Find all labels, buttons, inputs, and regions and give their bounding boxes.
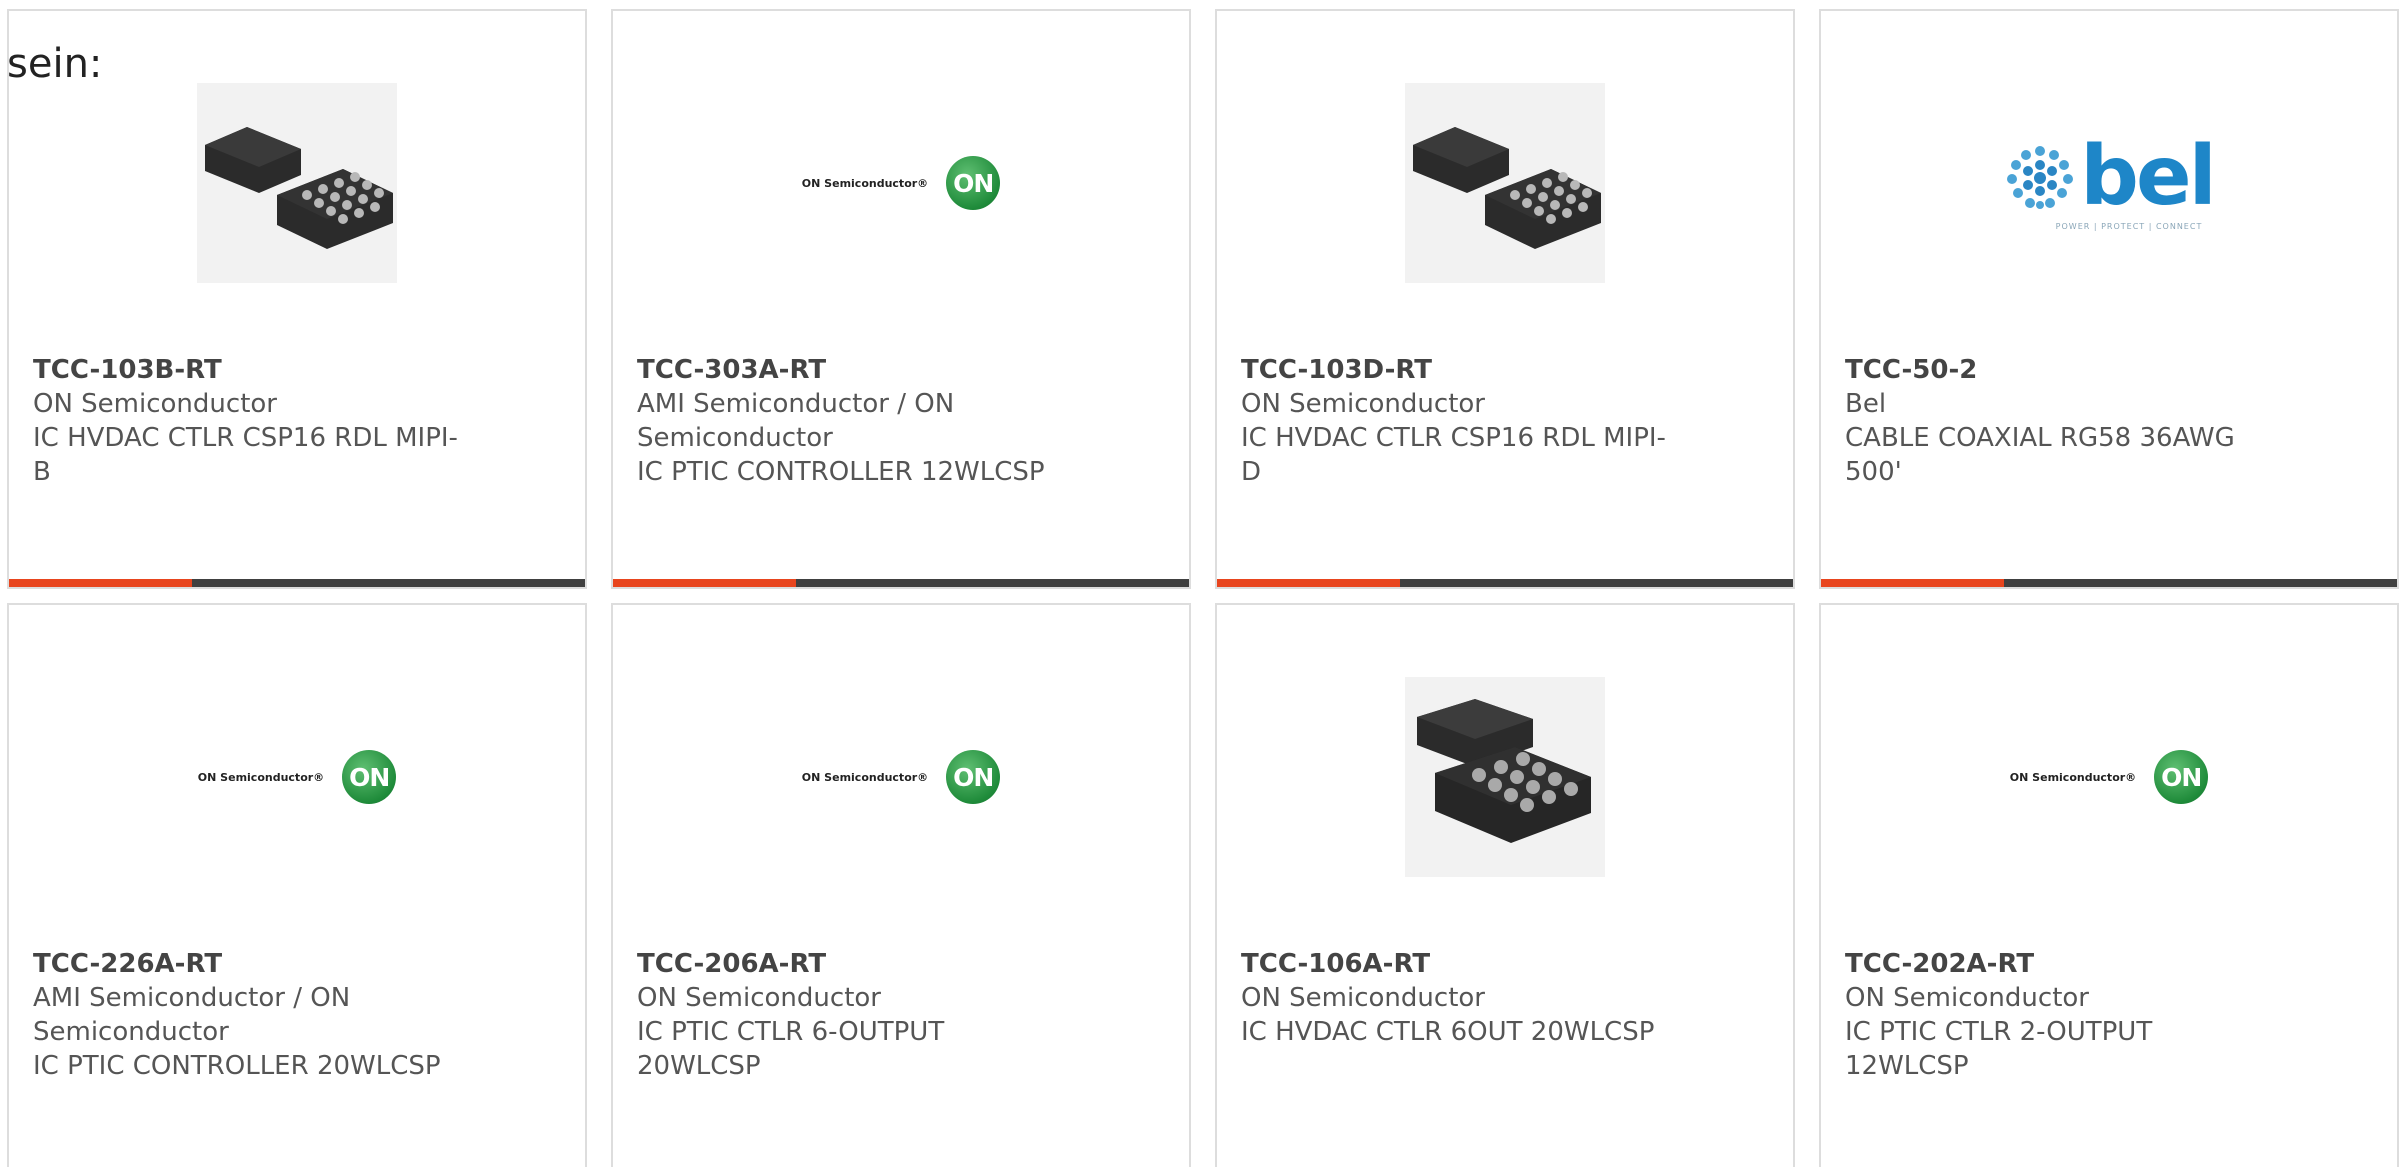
product-image[interactable]: ON Semiconductor® ON <box>197 677 397 877</box>
on-semiconductor-logo: ON Semiconductor® ON <box>197 750 397 804</box>
manufacturer: AMI Semiconductor / ON Semiconductor <box>33 983 351 1047</box>
product-grid: TCC-103B-RT ON Semiconductor IC HVDAC CT… <box>7 9 2400 1167</box>
logo-wordmark: ON Semiconductor® <box>197 770 325 784</box>
product-card[interactable]: bel POWER | PROTECT | CONNECT TCC-50-2 B… <box>1819 9 2399 589</box>
product-details: TCC-103D-RT ON Semiconductor IC HVDAC CT… <box>1241 353 1671 489</box>
on-badge-icon: ON <box>2154 750 2209 804</box>
product-card[interactable]: TCC-103D-RT ON Semiconductor IC HVDAC CT… <box>1215 9 1795 589</box>
on-semiconductor-logo: ON Semiconductor® ON <box>2009 750 2209 804</box>
part-number[interactable]: TCC-106A-RT <box>1241 947 1671 981</box>
manufacturer: Bel <box>1845 389 1887 419</box>
product-image[interactable]: bel POWER | PROTECT | CONNECT <box>2007 83 2217 283</box>
part-number[interactable]: TCC-103D-RT <box>1241 353 1671 387</box>
manufacturer: AMI Semiconductor / ON Semiconductor <box>637 389 955 453</box>
on-badge-icon: ON <box>946 750 1001 804</box>
bel-logo: bel POWER | PROTECT | CONNECT <box>2004 128 2217 231</box>
part-number[interactable]: TCC-202A-RT <box>1845 947 2275 981</box>
manufacturer: ON Semiconductor <box>1845 983 2089 1013</box>
on-badge-icon: ON <box>342 750 397 804</box>
description: IC PTIC CTLR 2-OUTPUT 12WLCSP <box>1845 1017 2153 1081</box>
part-number[interactable]: TCC-103B-RT <box>33 353 463 387</box>
product-card[interactable]: ON Semiconductor® ON TCC-303A-RT AMI Sem… <box>611 9 1191 589</box>
description: IC PTIC CTLR 6-OUTPUT 20WLCSP <box>637 1017 945 1081</box>
card-accent-bar <box>1217 579 1400 587</box>
card-bottom-bar <box>1821 579 2397 587</box>
on-semiconductor-logo: ON Semiconductor® ON <box>801 750 1001 804</box>
product-image[interactable]: ON Semiconductor® ON <box>801 677 1001 877</box>
description: IC HVDAC CTLR CSP16 RDL MIPI-B <box>33 423 458 487</box>
on-badge-icon: ON <box>946 156 1001 210</box>
logo-wordmark: ON Semiconductor® <box>801 176 929 190</box>
product-card[interactable]: ON Semiconductor® ON TCC-202A-RT ON Semi… <box>1819 603 2399 1167</box>
product-details: TCC-303A-RT AMI Semiconductor / ON Semic… <box>637 353 1067 489</box>
part-number[interactable]: TCC-303A-RT <box>637 353 1067 387</box>
part-number[interactable]: TCC-206A-RT <box>637 947 1067 981</box>
bel-tagline: POWER | PROTECT | CONNECT <box>2055 221 2203 231</box>
card-accent-bar <box>9 579 192 587</box>
logo-wordmark: ON Semiconductor® <box>2009 770 2137 784</box>
manufacturer: ON Semiconductor <box>1241 389 1485 419</box>
bel-logo-row: bel <box>2004 128 2217 224</box>
description: CABLE COAXIAL RG58 36AWG 500' <box>1845 423 2235 487</box>
description: IC PTIC CONTROLLER 12WLCSP <box>637 457 1045 487</box>
product-details: TCC-202A-RT ON Semiconductor IC PTIC CTL… <box>1845 947 2275 1083</box>
product-card[interactable]: ON Semiconductor® ON TCC-206A-RT ON Semi… <box>611 603 1191 1167</box>
intro-text: sein: <box>7 41 103 87</box>
card-bottom-bar <box>613 579 1189 587</box>
on-semiconductor-logo: ON Semiconductor® ON <box>801 156 1001 210</box>
part-number[interactable]: TCC-50-2 <box>1845 353 2275 387</box>
logo-wordmark: ON Semiconductor® <box>801 770 929 784</box>
product-details: TCC-206A-RT ON Semiconductor IC PTIC CTL… <box>637 947 1067 1083</box>
product-image[interactable]: ON Semiconductor® ON <box>2009 677 2209 877</box>
product-card[interactable]: TCC-103B-RT ON Semiconductor IC HVDAC CT… <box>7 9 587 589</box>
product-details: TCC-50-2 Bel CABLE COAXIAL RG58 36AWG 50… <box>1845 353 2275 489</box>
chip-image <box>1405 677 1605 877</box>
bel-wordmark: bel <box>2080 128 2216 224</box>
manufacturer: ON Semiconductor <box>1241 983 1485 1013</box>
product-details: TCC-103B-RT ON Semiconductor IC HVDAC CT… <box>33 353 463 489</box>
product-image[interactable] <box>1405 677 1605 877</box>
product-image[interactable] <box>1405 83 1605 283</box>
product-details: TCC-226A-RT AMI Semiconductor / ON Semic… <box>33 947 463 1083</box>
product-image[interactable] <box>197 83 397 283</box>
product-card[interactable]: ON Semiconductor® ON TCC-226A-RT AMI Sem… <box>7 603 587 1167</box>
card-bottom-bar <box>9 579 585 587</box>
description: IC HVDAC CTLR CSP16 RDL MIPI-D <box>1241 423 1666 487</box>
product-details: TCC-106A-RT ON Semiconductor IC HVDAC CT… <box>1241 947 1671 1049</box>
manufacturer: ON Semiconductor <box>637 983 881 1013</box>
product-grid-page: sein: TCC-103B-RT ON Semiconductor IC HV… <box>0 0 2400 1167</box>
bel-globe-icon <box>2007 144 2074 209</box>
chip-image <box>197 83 397 283</box>
chip-image <box>1405 83 1605 283</box>
card-bottom-bar <box>1217 579 1793 587</box>
description: IC HVDAC CTLR 6OUT 20WLCSP <box>1241 1017 1655 1047</box>
part-number[interactable]: TCC-226A-RT <box>33 947 463 981</box>
manufacturer: ON Semiconductor <box>33 389 277 419</box>
product-card[interactable]: TCC-106A-RT ON Semiconductor IC HVDAC CT… <box>1215 603 1795 1167</box>
product-image[interactable]: ON Semiconductor® ON <box>801 83 1001 283</box>
card-accent-bar <box>613 579 796 587</box>
card-accent-bar <box>1821 579 2004 587</box>
description: IC PTIC CONTROLLER 20WLCSP <box>33 1051 441 1081</box>
